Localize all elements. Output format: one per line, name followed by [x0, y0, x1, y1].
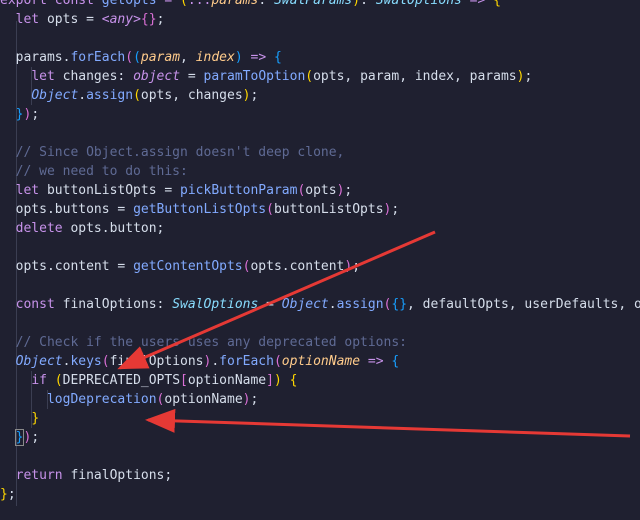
- code-editor[interactable]: export const getOpts = (...params: SwalP…: [0, 0, 640, 520]
- red-arrow-to-finaloptions: [117, 230, 436, 370]
- red-arrow-to-logdeprecation: [145, 408, 631, 438]
- annotation-arrows: [117, 230, 631, 438]
